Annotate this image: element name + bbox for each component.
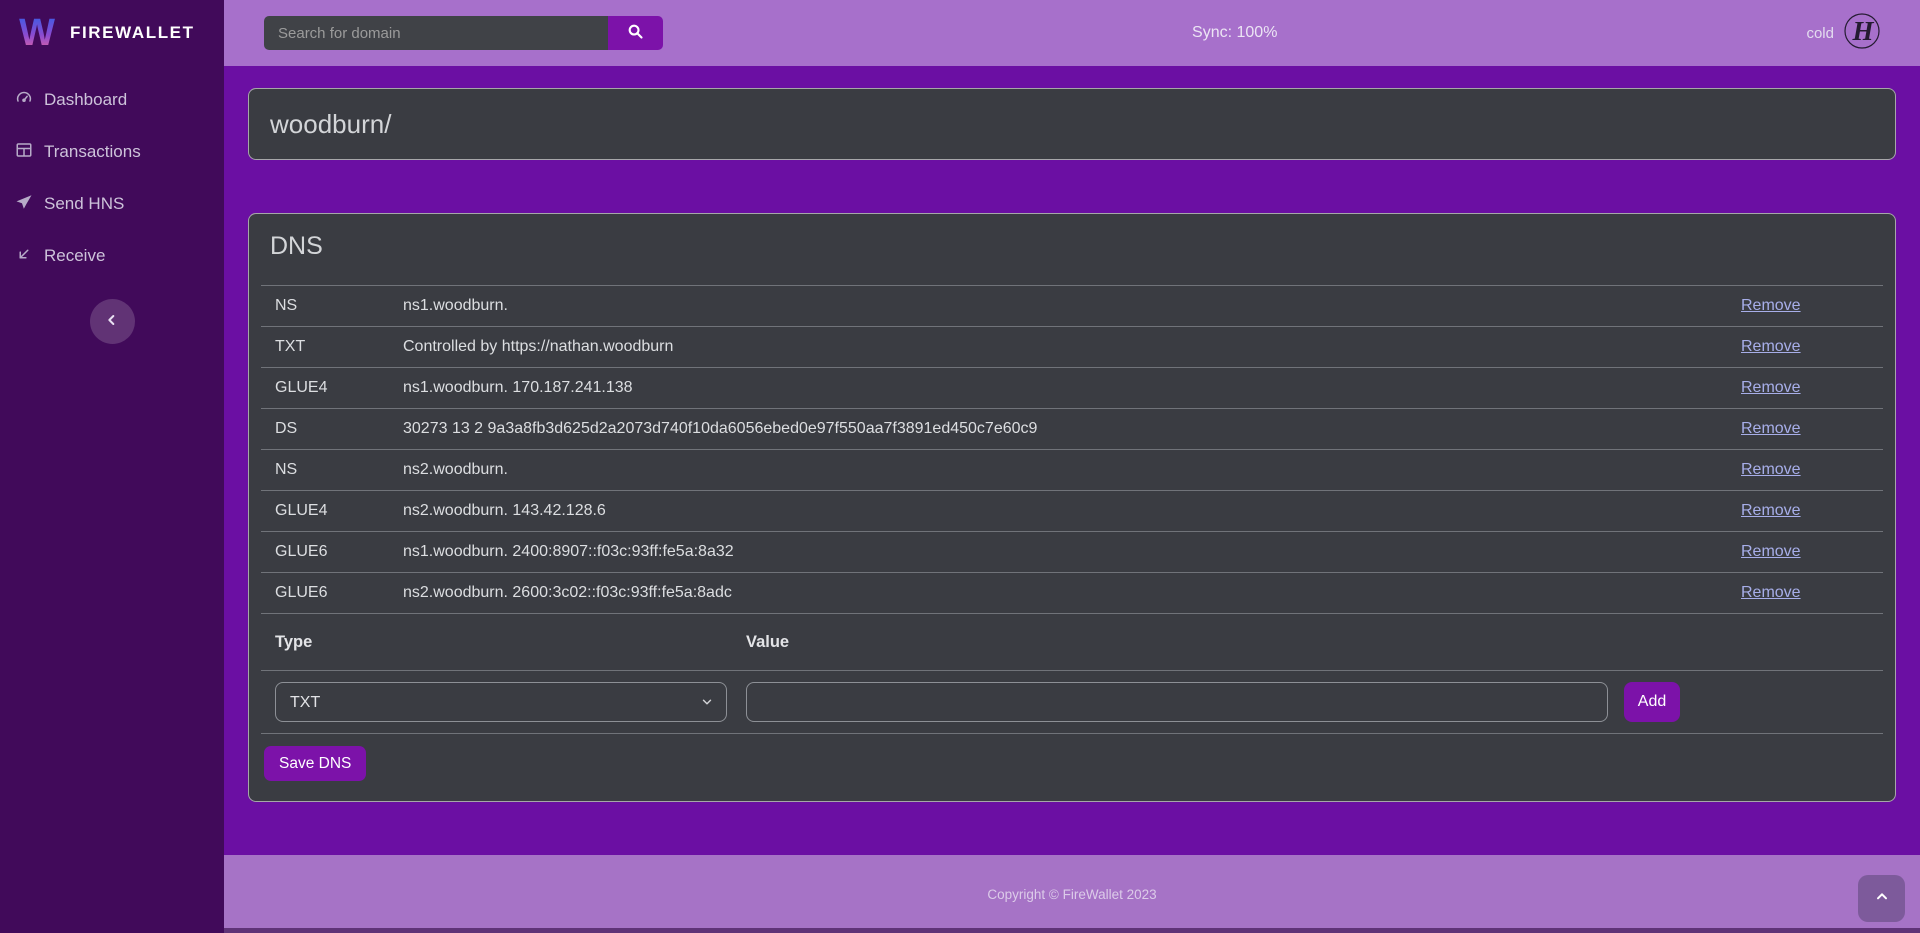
record-value: 30273 13 2 9a3a8fb3d625d2a2073d740f10da6… (403, 420, 1741, 438)
value-column-header: Value (746, 633, 1869, 652)
record-type: GLUE4 (275, 379, 403, 397)
record-type: NS (275, 297, 403, 315)
gauge-icon (15, 89, 33, 112)
sidebar-item-label: Send HNS (44, 194, 124, 214)
dns-section-title: DNS (249, 214, 1895, 285)
sidebar-item-send-hns[interactable]: Send HNS (0, 178, 224, 230)
record-type: GLUE4 (275, 502, 403, 520)
search-button[interactable] (608, 16, 663, 50)
record-type: DS (275, 420, 403, 438)
add-record-button[interactable]: Add (1624, 682, 1680, 722)
record-value: ns1.woodburn. 170.187.241.138 (403, 379, 1741, 397)
record-type: NS (275, 461, 403, 479)
dns-add-record-form: TXT Add (261, 670, 1883, 734)
record-value: ns2.woodburn. 143.42.128.6 (403, 502, 1741, 520)
table-row: NS ns1.woodburn. Remove (261, 285, 1883, 326)
sidebar-item-transactions[interactable]: Transactions (0, 126, 224, 178)
sidebar: W FIREWALLET Dashboard Transactions (0, 0, 224, 933)
sidebar-item-dashboard[interactable]: Dashboard (0, 74, 224, 126)
search-input[interactable] (264, 16, 608, 50)
sidebar-nav: Dashboard Transactions Send HNS (0, 74, 224, 282)
type-column-header: Type (275, 633, 746, 652)
main-area: Sync: 100% cold H woodburn/ DNS NS ns1.w… (224, 0, 1920, 933)
record-type: GLUE6 (275, 584, 403, 602)
wallet-selector[interactable]: cold H (1806, 12, 1881, 55)
brand[interactable]: W FIREWALLET (0, 0, 224, 66)
chevron-up-icon (1874, 889, 1890, 908)
dns-records-table: NS ns1.woodburn. Remove TXT Controlled b… (261, 285, 1883, 613)
dns-form-header: Type Value (261, 613, 1883, 670)
table-row: GLUE6 ns1.woodburn. 2400:8907::f03c:93ff… (261, 531, 1883, 572)
remove-link[interactable]: Remove (1741, 297, 1801, 314)
record-value-input[interactable] (746, 682, 1608, 722)
table-row: DS 30273 13 2 9a3a8fb3d625d2a2073d740f10… (261, 408, 1883, 449)
record-value: Controlled by https://nathan.woodburn (403, 338, 1741, 356)
sidebar-collapse-button[interactable] (90, 299, 135, 344)
table-row: GLUE4 ns2.woodburn. 143.42.128.6 Remove (261, 490, 1883, 531)
brand-name: FIREWALLET (70, 23, 195, 43)
record-value: ns1.woodburn. 2400:8907::f03c:93ff:fe5a:… (403, 543, 1741, 561)
handshake-logo-icon: H (1843, 12, 1881, 55)
table-row: GLUE4 ns1.woodburn. 170.187.241.138 Remo… (261, 367, 1883, 408)
domain-search (264, 16, 663, 50)
record-value: ns1.woodburn. (403, 297, 1741, 315)
record-type: GLUE6 (275, 543, 403, 561)
sync-status: Sync: 100% (1192, 24, 1277, 42)
record-value: ns2.woodburn. (403, 461, 1741, 479)
sidebar-item-label: Receive (44, 246, 105, 266)
record-value: ns2.woodburn. 2600:3c02::f03c:93ff:fe5a:… (403, 584, 1741, 602)
search-icon (627, 23, 644, 43)
table-row: GLUE6 ns2.woodburn. 2600:3c02::f03c:93ff… (261, 572, 1883, 613)
domain-title-card: woodburn/ (248, 88, 1896, 160)
chevron-left-icon (104, 312, 120, 331)
page-title: woodburn/ (270, 109, 391, 140)
table-row: TXT Controlled by https://nathan.woodbur… (261, 326, 1883, 367)
record-type-select[interactable]: TXT (275, 682, 727, 722)
wallet-name: cold (1806, 25, 1834, 42)
topbar: Sync: 100% cold H (224, 0, 1920, 66)
remove-link[interactable]: Remove (1741, 584, 1801, 601)
remove-link[interactable]: Remove (1741, 338, 1801, 355)
footer: Copyright © FireWallet 2023 (224, 855, 1920, 933)
table-icon (15, 141, 33, 164)
remove-link[interactable]: Remove (1741, 502, 1801, 519)
table-row: NS ns2.woodburn. Remove (261, 449, 1883, 490)
page-content: woodburn/ DNS NS ns1.woodburn. Remove TX… (224, 66, 1920, 855)
record-type: TXT (275, 338, 403, 356)
sidebar-item-label: Dashboard (44, 90, 127, 110)
send-icon (15, 193, 33, 216)
svg-text:H: H (1851, 16, 1874, 46)
remove-link[interactable]: Remove (1741, 420, 1801, 437)
sidebar-item-receive[interactable]: Receive (0, 230, 224, 282)
scroll-to-top-button[interactable] (1858, 875, 1905, 922)
dns-card: DNS NS ns1.woodburn. Remove TXT Controll… (248, 213, 1896, 802)
firewallet-logo-icon: W (14, 10, 60, 57)
remove-link[interactable]: Remove (1741, 461, 1801, 478)
svg-text:W: W (19, 12, 55, 52)
arrow-down-left-icon (15, 245, 33, 268)
remove-link[interactable]: Remove (1741, 543, 1801, 560)
sidebar-item-label: Transactions (44, 142, 141, 162)
copyright-text: Copyright © FireWallet 2023 (987, 887, 1156, 902)
remove-link[interactable]: Remove (1741, 379, 1801, 396)
save-dns-button[interactable]: Save DNS (264, 746, 366, 781)
